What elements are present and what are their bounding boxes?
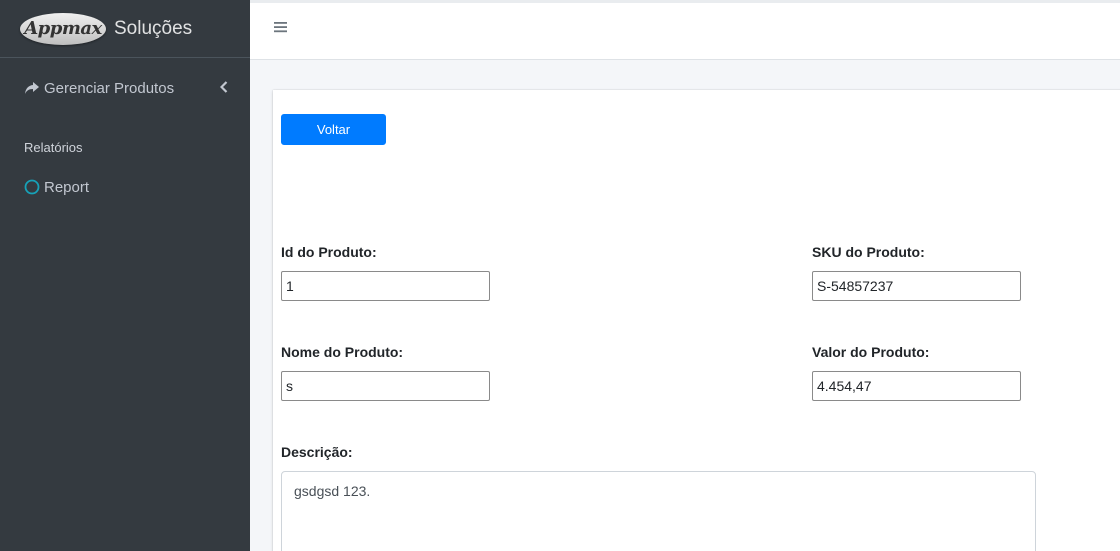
back-button[interactable]: Voltar	[281, 114, 386, 145]
chevron-left-icon[interactable]	[219, 80, 228, 97]
product-form-card: Voltar Id do Produto: SKU do Produto: No…	[273, 90, 1120, 551]
brand-name: Soluções	[114, 17, 193, 39]
brand-link[interactable]: Appmax Soluções	[0, 0, 250, 58]
hamburger-icon[interactable]	[273, 20, 289, 39]
circle-outline-icon	[24, 179, 44, 195]
product-id-field[interactable]	[281, 271, 490, 301]
description-label: Descrição:	[281, 444, 353, 460]
product-price-label: Valor do Produto:	[812, 344, 930, 360]
product-sku-label: SKU do Produto:	[812, 244, 925, 260]
product-id-label: Id do Produto:	[281, 244, 377, 260]
product-name-field[interactable]	[281, 371, 490, 401]
sidebar-item-report[interactable]: Report	[0, 167, 250, 207]
product-sku-field[interactable]	[812, 271, 1021, 301]
sidebar-item-label: Report	[44, 178, 90, 196]
product-price-field[interactable]	[812, 371, 1021, 401]
product-name-label: Nome do Produto:	[281, 344, 404, 360]
sidebar-section-header: Relatórios	[24, 140, 83, 155]
top-navbar	[250, 0, 1120, 60]
sidebar: Appmax Soluções Gerenciar Produtos Relat…	[0, 0, 250, 551]
sidebar-item-manage-products[interactable]: Gerenciar Produtos	[0, 68, 250, 108]
brand-logo: Appmax	[20, 12, 106, 45]
share-arrow-icon	[24, 81, 44, 95]
sidebar-item-label: Gerenciar Produtos	[44, 79, 175, 97]
description-textarea[interactable]: gsdgsd 123.	[281, 471, 1036, 551]
